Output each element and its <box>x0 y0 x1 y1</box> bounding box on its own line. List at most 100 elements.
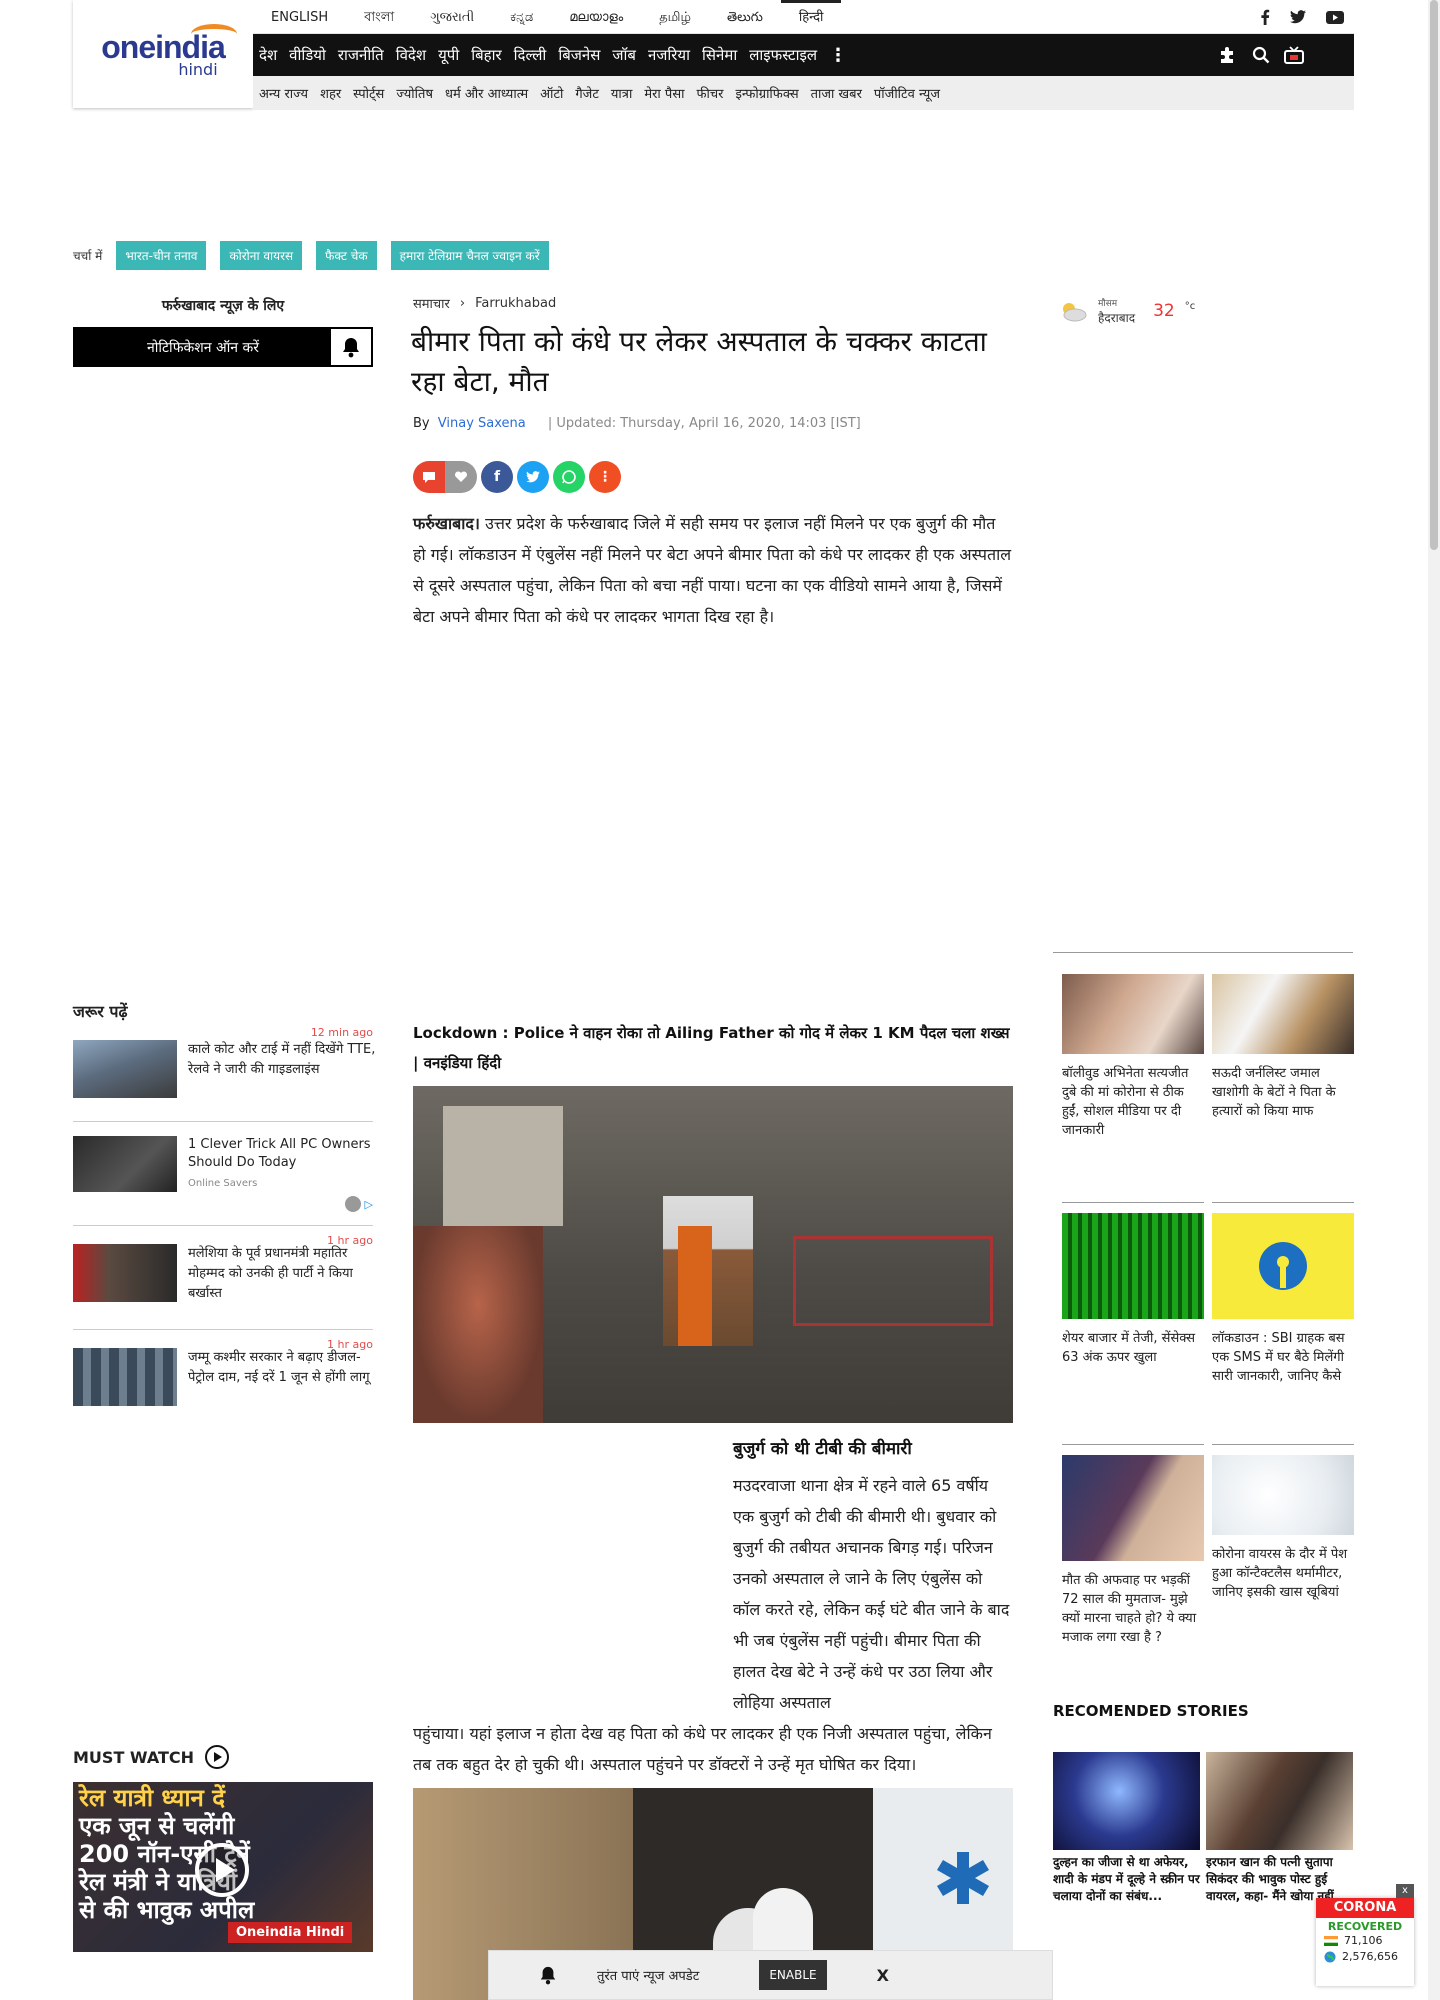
youtube-icon[interactable] <box>1326 10 1344 24</box>
intro-text: उत्तर प्रदेश के फर्रुखाबाद जिले में सही … <box>413 514 1012 626</box>
lang-telugu[interactable]: తెలుగు <box>709 0 781 34</box>
search-icon[interactable] <box>1252 46 1270 64</box>
related-card[interactable]: कोरोना वायरस के दौर में पेश हुआ कॉन्टैक्… <box>1212 1444 1354 1602</box>
related-card[interactable]: मौत की अफवाह पर भड़कीं 72 साल की मुमताज-… <box>1062 1444 1204 1647</box>
scrollbar-thumb[interactable] <box>1430 0 1438 550</box>
item-title: काले कोट और टाई में नहीं दिखेंगे TTE, रे… <box>188 1042 376 1077</box>
nav-item[interactable]: बिजनेस <box>552 45 606 65</box>
heart-icon[interactable] <box>445 461 477 493</box>
subnav-item[interactable]: शहर <box>314 84 347 102</box>
subnav-item[interactable]: फीचर <box>690 84 729 102</box>
site-logo[interactable]: oneindia hindi <box>73 0 253 108</box>
nav-item[interactable]: नजरिया <box>642 45 696 65</box>
subnav-item[interactable]: मेरा पैसा <box>638 84 690 102</box>
share-bar: f ⋮ <box>413 461 621 493</box>
notification-button[interactable]: नोटिफिकेशन ऑन करें <box>73 327 373 367</box>
related-card[interactable]: लॉकडाउन : SBI ग्राहक बस एक SMS में घर बै… <box>1212 1202 1354 1386</box>
nav-item[interactable]: दिल्ली <box>508 45 553 65</box>
tv-icon[interactable] <box>1284 46 1304 64</box>
bell-icon[interactable] <box>331 329 371 365</box>
trending-chip[interactable]: फैक्ट चेक <box>316 240 377 270</box>
breadcrumb-item[interactable]: Farrukhabad <box>475 296 556 311</box>
more-share-icon[interactable]: ⋮ <box>589 461 621 493</box>
nav-item[interactable]: जॉब <box>606 45 642 65</box>
related-card[interactable]: बॉलीवुड अभिनेता सत्यजीत दुबे की मां कोरो… <box>1062 974 1204 1140</box>
nav-item[interactable]: देश <box>253 45 283 65</box>
weather-label: मौसम <box>1098 299 1118 309</box>
article-photo <box>413 1086 1013 1423</box>
nav-item[interactable]: यूपी <box>432 45 465 65</box>
trending-chip[interactable]: कोरोना वायरस <box>220 240 303 270</box>
puzzle-icon[interactable] <box>1218 45 1238 65</box>
logo-subtext: hindi <box>178 60 218 79</box>
subnav-item[interactable]: इन्फोग्राफिक्स <box>729 84 804 102</box>
must-watch-video[interactable]: रेल यात्री ध्यान दें एक जून से चलेंगी 20… <box>73 1782 373 1952</box>
twitter-icon[interactable] <box>1290 10 1306 24</box>
close-button[interactable]: X <box>877 1966 889 1985</box>
lang-malayalam[interactable]: മലയാളം <box>551 0 641 34</box>
divider <box>1212 1444 1354 1445</box>
sponsored-item[interactable]: 1 Clever Trick All PC Owners Should Do T… <box>73 1122 373 1226</box>
related-card[interactable]: सऊदी जर्नलिस्ट जमाल खाशोगी के बेटों ने प… <box>1212 974 1354 1121</box>
scrollbar[interactable] <box>1428 0 1440 2000</box>
card-title: शेयर बाजार में तेजी, सेंसेक्स 63 अंक ऊपर… <box>1062 1331 1196 1365</box>
lang-gujarati[interactable]: ગુજરાતી <box>412 0 492 34</box>
trending-chip[interactable]: भारत-चीन तनाव <box>116 240 207 270</box>
adchoices-icon[interactable]: ▷ <box>344 1196 373 1212</box>
photo-orange-cloth <box>678 1226 712 1346</box>
close-icon[interactable]: x <box>1396 1884 1414 1898</box>
trending-chip[interactable]: हमारा टेलिग्राम चैनल ज्वाइन करें <box>390 240 549 270</box>
subnav-item[interactable]: ज्योतिष <box>390 84 439 102</box>
subnav-item[interactable]: धर्म और आध्यात्म <box>439 84 534 102</box>
weather-widget[interactable]: मौसम हैदराबाद 32 °c <box>1058 296 1195 326</box>
facebook-share-icon[interactable]: f <box>481 461 513 493</box>
twitter-share-icon[interactable] <box>517 461 549 493</box>
corona-widget[interactable]: x CORONA RECOVERED 71,106 2,576,656 <box>1316 1884 1414 1986</box>
lang-kannada[interactable]: ಕನ್ನಡ <box>492 0 551 34</box>
breadcrumb-item[interactable]: समाचार <box>413 294 450 312</box>
nav-item[interactable]: विदेश <box>390 45 432 65</box>
card-image <box>1062 1213 1204 1319</box>
subnav-item[interactable]: गैजेट <box>569 84 605 102</box>
nav-item[interactable]: सिनेमा <box>696 45 743 65</box>
subnav-item[interactable]: स्पोर्ट्स <box>347 84 390 102</box>
thumbnail-image <box>73 1136 177 1192</box>
whatsapp-share-icon[interactable] <box>553 461 585 493</box>
push-text: तुरंत पाएं न्यूज अपडेट <box>597 1969 700 1984</box>
subnav-item[interactable]: ऑटो <box>534 84 569 102</box>
thumbnail-image <box>73 1244 177 1302</box>
related-card[interactable]: शेयर बाजार में तेजी, सेंसेक्स 63 अंक ऊपर… <box>1062 1202 1204 1367</box>
lang-tamil[interactable]: தமிழ் <box>641 0 709 34</box>
must-read-item[interactable]: 1 hr ago मलेशिया के पूर्व प्रधानमंत्री म… <box>73 1226 373 1330</box>
notification-button-label: नोटिफिकेशन ऑन करें <box>146 339 259 356</box>
author-link[interactable]: Vinay Saxena <box>438 416 526 431</box>
video-title[interactable]: Lockdown : Police ने वाहन रोका तो Ailing… <box>413 1018 1013 1078</box>
comment-icon[interactable] <box>413 461 445 493</box>
globe-icon <box>1324 1951 1336 1963</box>
must-read-item[interactable]: 12 min ago काले कोट और टाई में नहीं दिखे… <box>73 1026 375 1122</box>
article-paragraph: पहुंचाया। यहां इलाज न होता देख वह पिता क… <box>413 1724 992 1774</box>
enable-button[interactable]: ENABLE <box>759 1960 827 1990</box>
lang-bangla[interactable]: বাংলা <box>346 0 412 34</box>
must-read-item[interactable]: 1 hr ago जम्मू कश्मीर सरकार ने बढ़ाए डीज… <box>73 1330 373 1420</box>
weather-location: मौसम हैदराबाद <box>1098 296 1135 326</box>
subnav-item[interactable]: अन्य राज्य <box>253 84 314 102</box>
india-flag-icon <box>1324 1936 1338 1946</box>
facebook-icon[interactable] <box>1260 9 1270 25</box>
play-icon[interactable] <box>194 1842 250 1898</box>
subnav-item[interactable]: पॉजीटिव न्यूज <box>868 84 946 102</box>
nav-item[interactable]: वीडियो <box>283 45 332 65</box>
updated-date: | Updated: Thursday, April 16, 2020, 14:… <box>547 416 861 431</box>
recommended-card[interactable]: इरफान खान की पत्नी सुतापा सिकंदर की भावु… <box>1206 1752 1353 1905</box>
nav-item[interactable]: राजनीति <box>332 45 390 65</box>
card-image <box>1212 1455 1354 1535</box>
lang-hindi[interactable]: हिन्दी <box>780 0 842 34</box>
subnav-item[interactable]: यात्रा <box>605 84 638 102</box>
nav-item[interactable]: लाइफस्टाइल <box>743 45 823 65</box>
more-menu-icon[interactable]: ⋮ <box>823 45 853 66</box>
lang-english[interactable]: ENGLISH <box>253 0 346 34</box>
nav-item[interactable]: बिहार <box>465 45 507 65</box>
recommended-card[interactable]: दुल्हन का जीजा से था अफेयर, शादी के मंडप… <box>1053 1752 1200 1905</box>
divider <box>1053 952 1353 953</box>
subnav-item[interactable]: ताजा खबर <box>805 84 868 102</box>
